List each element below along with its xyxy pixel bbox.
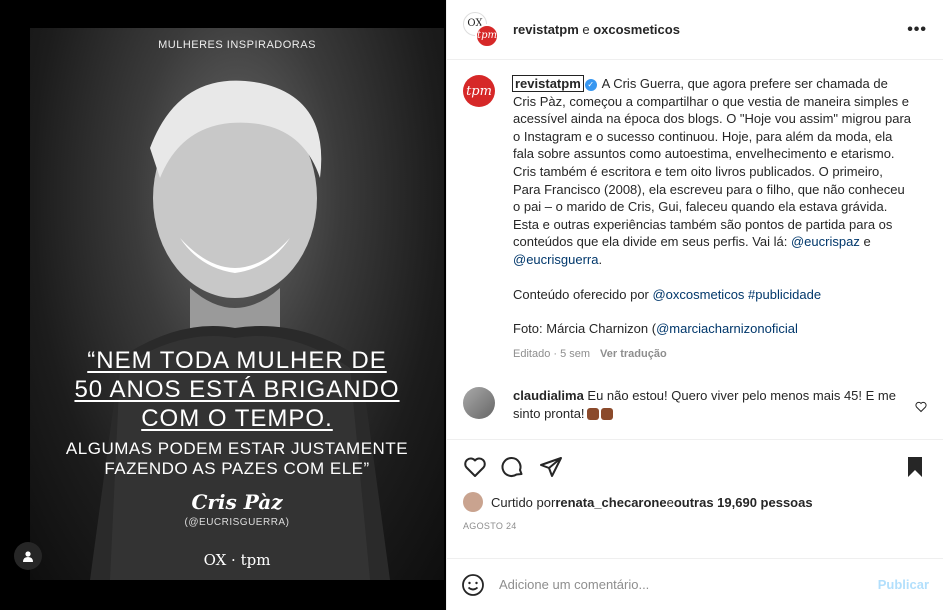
post-quote: “NEM TODA MULHER DE 50 ANOS ESTÁ BRIGAND… [30, 346, 444, 479]
quote-line: FAZENDO AS PAZES COM ELE” [104, 459, 370, 478]
post-authors: revistatpm e oxcosmeticos [513, 22, 680, 37]
caption-body: revistatpm ✓ A Cris Guerra, que agora pre… [512, 75, 913, 364]
avatar[interactable] [463, 387, 495, 420]
quote-signature: Cris Pàz [191, 490, 283, 514]
liker-username[interactable]: renata_checarone [555, 495, 666, 510]
caption-text: e [859, 234, 871, 250]
person-icon [23, 551, 33, 562]
comment-body: claudialima Eu não estou! Quero viver pe… [513, 387, 898, 422]
caption-text: Foto: Márcia Charnizon ( [513, 321, 657, 337]
hashtag-link[interactable]: #publicidade [744, 287, 821, 302]
user-tag-button[interactable] [14, 542, 42, 570]
like-heart-icon[interactable] [463, 455, 487, 479]
brand-logos: OX · tpm [203, 551, 271, 569]
likes-prefix: Curtido por [491, 494, 556, 510]
author-link[interactable]: revistatpm [513, 22, 579, 37]
mention-link[interactable]: @oxcosmeticos [652, 287, 744, 302]
caption-photo-credit: Foto: Márcia Charnizon (@marciacharnizon… [513, 320, 913, 338]
avatar[interactable]: tpm [463, 75, 495, 107]
flexed-biceps-emoji-icon [586, 408, 599, 421]
comment-username[interactable]: claudialima [513, 388, 584, 403]
caption-meta: Editado · 5 sem Ver tradução [513, 346, 913, 364]
publish-comment-button[interactable]: Publicar [878, 577, 929, 592]
post-photo: MULHERES INSPIRADORAS “NEM TODA MULHER D… [30, 28, 444, 580]
more-options-icon[interactable]: ••• [907, 21, 927, 39]
quote-line: 50 ANOS ESTÁ BRIGANDO [74, 376, 400, 403]
author-link[interactable]: oxcosmeticos [593, 22, 680, 37]
quote-line: ALGUMAS PODEM ESTAR JUSTAMENTE [65, 439, 409, 458]
post-media[interactable]: MULHERES INSPIRADORAS “NEM TODA MULHER D… [0, 0, 446, 610]
comment-input[interactable] [499, 577, 878, 592]
quote-line: COM O TEMPO. [141, 405, 333, 432]
mention-link[interactable]: @marciacharnizonoficial [656, 321, 798, 336]
post-kicker: MULHERES INSPIRADORAS [158, 39, 316, 51]
post-date[interactable]: AGOSTO 24 [463, 521, 927, 531]
caption-username[interactable]: revistatpm [512, 75, 584, 92]
likes-summary: Curtido por renata_checarone e outras 19… [463, 492, 927, 512]
share-paper-plane-icon[interactable] [539, 455, 563, 479]
action-bar [463, 452, 927, 482]
authors-joiner: e [578, 22, 594, 37]
caption-text: . [598, 251, 603, 267]
mention-link[interactable]: @eucrispaz [791, 234, 860, 249]
collab-avatars[interactable]: OX tpm [463, 11, 499, 48]
flexed-biceps-emoji-icon [600, 408, 613, 421]
caption-sponsor: Conteúdo oferecido por @oxcosmeticos #pu… [513, 286, 913, 304]
caption-text: A Cris Guerra, que agora prefere ser cha… [513, 76, 911, 250]
caption-edited: Editado · 5 sem [513, 347, 591, 360]
see-translation-button[interactable]: Ver tradução [600, 348, 667, 360]
mention-link[interactable]: @eucrisguerra [513, 252, 598, 267]
add-comment-bar: Publicar [447, 558, 943, 610]
quote-handle: (@EUCRISGUERRA) [184, 517, 290, 528]
comment-bubble-icon[interactable] [501, 455, 525, 479]
likes-mid: e [666, 494, 674, 510]
verified-icon: ✓ [584, 78, 597, 91]
post-sidebar: OX tpm revistatpm e oxcosmeticos ••• tpm… [446, 0, 943, 610]
avatar: tpm [475, 23, 499, 48]
post-header: OX tpm revistatpm e oxcosmeticos ••• [447, 0, 943, 60]
comment-like-heart-icon[interactable] [915, 401, 927, 413]
comments-scroll[interactable]: tpm revistatpm ✓ A Cris Guerra, que agora… [447, 61, 943, 439]
quote-line: “NEM TODA MULHER DE [87, 347, 387, 374]
likes-count-link[interactable]: outras 19,690 pessoas [674, 495, 813, 510]
comment-item: claudialima Eu não estou! Quero viver pe… [463, 387, 927, 422]
emoji-smiley-icon[interactable] [461, 573, 485, 597]
caption-text: Conteúdo oferecido por [513, 286, 653, 302]
post-actions: Curtido por renata_checarone e outras 19… [447, 439, 943, 531]
caption: tpm revistatpm ✓ A Cris Guerra, que agora… [463, 75, 927, 363]
save-bookmark-icon[interactable] [903, 455, 927, 479]
avatar[interactable] [463, 492, 483, 512]
